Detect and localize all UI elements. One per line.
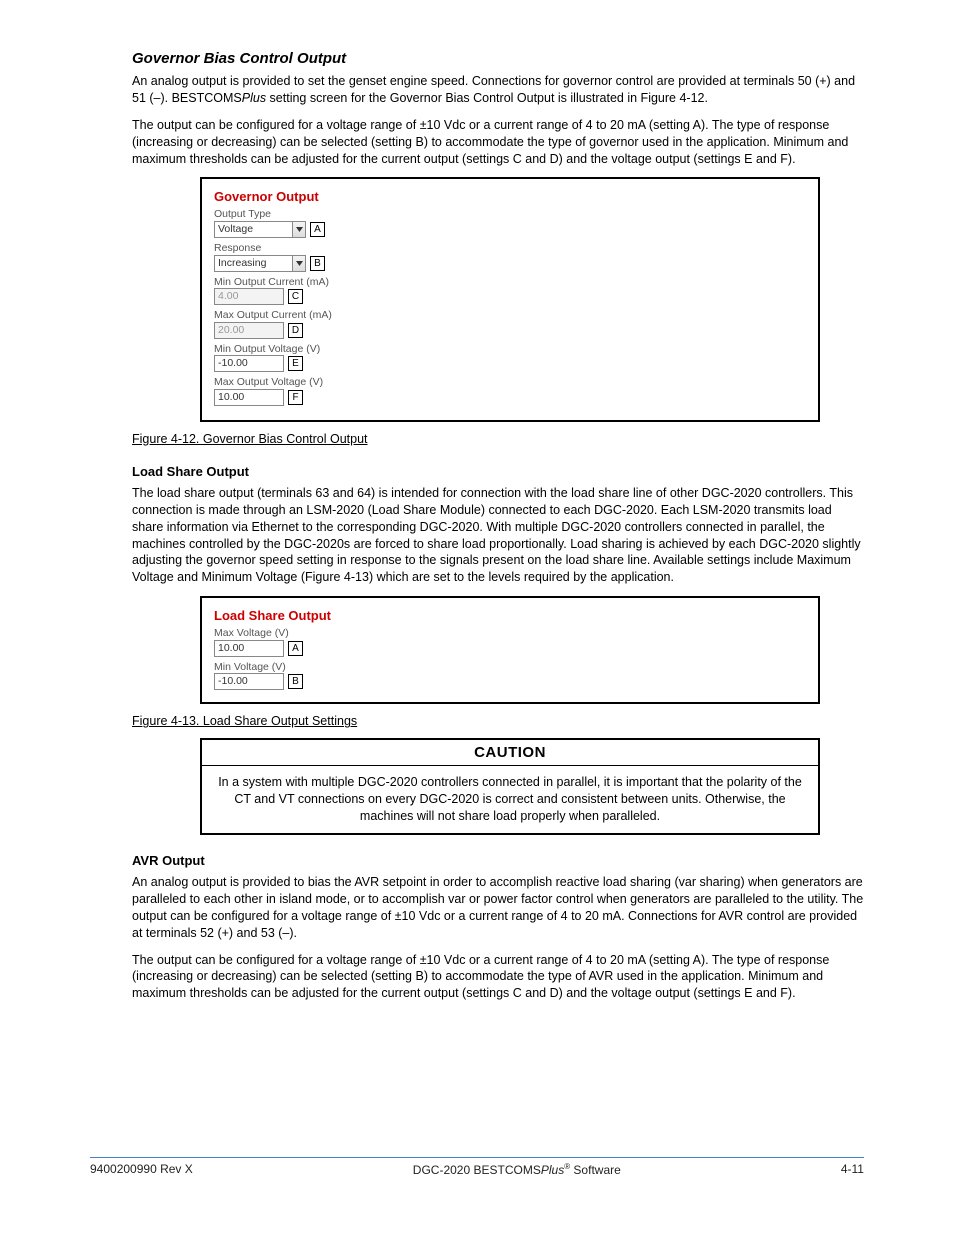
para-governor-2: The output can be configured for a volta… xyxy=(132,117,864,168)
label-max-current: Max Output Current (mA) xyxy=(214,309,806,322)
field-output-type: Output Type Voltage A xyxy=(214,208,806,238)
field-min-current: Min Output Current (mA) 4.00 C xyxy=(214,276,806,306)
callout-ls-a: A xyxy=(288,641,303,656)
loadshare-output-panel: Load Share Output Max Voltage (V) 10.00 … xyxy=(200,596,820,704)
loadshare-panel-title: Load Share Output xyxy=(214,608,806,623)
governor-output-panel: Governor Output Output Type Voltage A Re… xyxy=(200,177,820,422)
input-min-voltage[interactable]: -10.00 xyxy=(214,355,284,372)
callout-c: C xyxy=(288,289,303,304)
footer-left: 9400200990 Rev X xyxy=(90,1162,193,1177)
label-response: Response xyxy=(214,242,806,255)
label-min-voltage: Min Output Voltage (V) xyxy=(214,343,806,356)
caution-heading: CAUTION xyxy=(202,740,818,766)
para-governor-1: An analog output is provided to set the … xyxy=(132,73,864,107)
select-output-type[interactable]: Voltage xyxy=(214,221,306,238)
chevron-down-icon xyxy=(292,256,305,271)
caution-box: CAUTION In a system with multiple DGC-20… xyxy=(200,738,820,835)
para-loadshare: The load share output (terminals 63 and … xyxy=(132,485,864,586)
governor-panel-title: Governor Output xyxy=(214,189,806,204)
figure-13-caption: Figure 4-13. Load Share Output Settings xyxy=(132,714,864,728)
callout-f: F xyxy=(288,390,303,405)
para-avr-2: The output can be configured for a volta… xyxy=(132,952,864,1003)
label-output-type: Output Type xyxy=(214,208,806,221)
input-max-current: 20.00 xyxy=(214,322,284,339)
select-response[interactable]: Increasing xyxy=(214,255,306,272)
chevron-down-icon xyxy=(292,222,305,237)
figure-12-caption: Figure 4-12. Governor Bias Control Outpu… xyxy=(132,432,864,446)
field-min-voltage: Min Output Voltage (V) -10.00 E xyxy=(214,343,806,373)
field-max-current: Max Output Current (mA) 20.00 D xyxy=(214,309,806,339)
input-min-current: 4.00 xyxy=(214,288,284,305)
input-ls-min-voltage[interactable]: -10.00 xyxy=(214,673,284,690)
section-heading-governor: Governor Bias Control Output xyxy=(132,50,864,67)
callout-b: B xyxy=(310,256,325,271)
label-min-current: Min Output Current (mA) xyxy=(214,276,806,289)
input-ls-max-voltage[interactable]: 10.00 xyxy=(214,640,284,657)
callout-a: A xyxy=(310,222,325,237)
field-response: Response Increasing B xyxy=(214,242,806,272)
callout-ls-b: B xyxy=(288,674,303,689)
field-max-voltage: Max Output Voltage (V) 10.00 F xyxy=(214,376,806,406)
callout-e: E xyxy=(288,356,303,371)
input-max-voltage[interactable]: 10.00 xyxy=(214,389,284,406)
label-ls-max-voltage: Max Voltage (V) xyxy=(214,627,806,640)
footer-center: DGC-2020 BESTCOMSPlus® Software xyxy=(413,1162,621,1177)
callout-d: D xyxy=(288,323,303,338)
label-ls-min-voltage: Min Voltage (V) xyxy=(214,661,806,674)
para-avr-1: An analog output is provided to bias the… xyxy=(132,874,864,942)
page-footer: 9400200990 Rev X DGC-2020 BESTCOMSPlus® … xyxy=(90,1157,864,1177)
footer-right: 4-11 xyxy=(841,1162,864,1177)
caution-body: In a system with multiple DGC-2020 contr… xyxy=(202,766,818,833)
label-max-voltage: Max Output Voltage (V) xyxy=(214,376,806,389)
field-ls-max-voltage: Max Voltage (V) 10.00 A xyxy=(214,627,806,657)
field-ls-min-voltage: Min Voltage (V) -10.00 B xyxy=(214,661,806,691)
subheading-loadshare: Load Share Output xyxy=(132,464,864,479)
subheading-avr: AVR Output xyxy=(132,853,864,868)
